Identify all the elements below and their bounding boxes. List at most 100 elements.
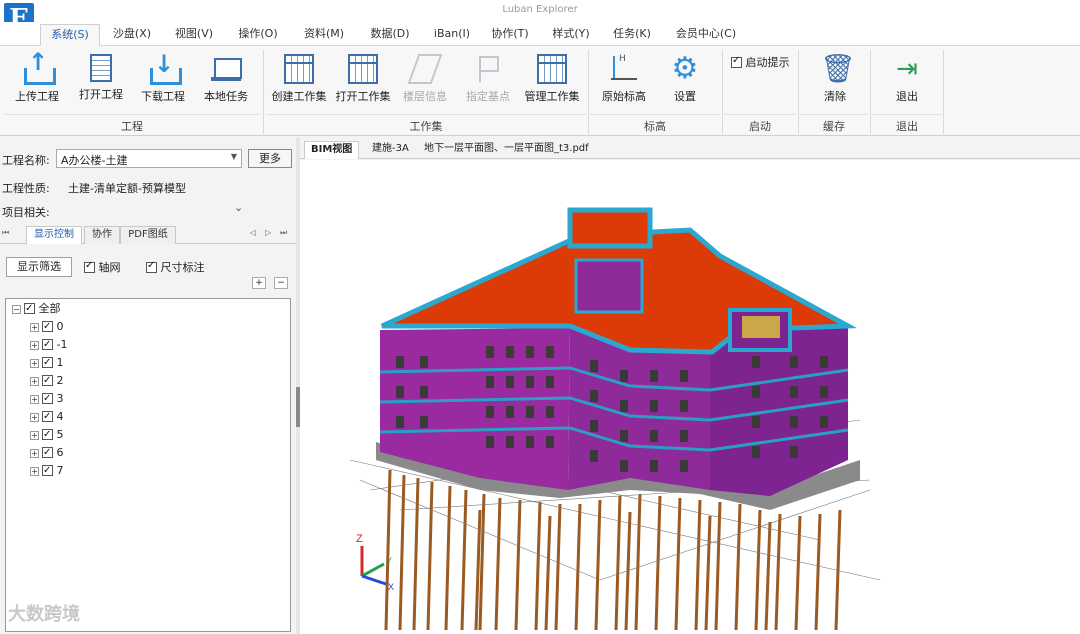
expand-icon[interactable]: + xyxy=(30,359,39,368)
tab-pdf[interactable]: PDF图纸 xyxy=(120,226,176,244)
tab-display-control[interactable]: 显示控制 xyxy=(26,226,82,244)
menu-view[interactable]: 视图(V) xyxy=(166,24,222,46)
next-tab-icon[interactable]: ▷ xyxy=(265,228,271,237)
expand-icon[interactable]: + xyxy=(30,467,39,476)
bim-viewport[interactable]: Z Y X xyxy=(300,160,1080,634)
project-panel: 工程名称: A办公楼-土建 ▼ 更多 工程性质: 土建-清单定额-预算模型 项目… xyxy=(0,137,296,634)
tree-node-7[interactable]: + 7 xyxy=(30,463,64,479)
collapse-icon[interactable]: − xyxy=(12,305,21,314)
menu-style[interactable]: 样式(Y) xyxy=(543,24,599,46)
set-base-point-button[interactable]: 指定基点 xyxy=(459,52,517,108)
prev-tab-icon[interactable]: ◁ xyxy=(250,228,256,237)
checkbox-checked[interactable] xyxy=(42,373,53,389)
clear-cache-button[interactable]: 🗑 清除 xyxy=(806,52,864,108)
tab-drawing-3a[interactable]: 建施-3A xyxy=(366,141,415,159)
tree-node-0[interactable]: + 0 xyxy=(30,319,64,335)
checkbox-checked[interactable] xyxy=(42,445,53,461)
open-workset-button[interactable]: 打开工作集 xyxy=(332,52,394,108)
tree-node-6[interactable]: + 6 xyxy=(30,445,64,461)
window-title: Luban Explorer xyxy=(502,4,578,15)
display-filter-button[interactable]: 显示筛选 xyxy=(6,257,72,277)
tab-collab[interactable]: 协作 xyxy=(84,226,120,244)
tree-node-2[interactable]: + 2 xyxy=(30,373,64,389)
startup-tip-checkbox[interactable]: 启动提示 xyxy=(731,54,790,70)
expand-icon[interactable]: + xyxy=(30,413,39,422)
gear-icon: ⚙ xyxy=(671,51,699,86)
expand-chevron-icon[interactable]: ⌄ xyxy=(234,201,243,214)
laptop-icon xyxy=(211,54,242,84)
checkbox-checked[interactable] xyxy=(731,55,742,68)
menu-iban[interactable]: iBan(I) xyxy=(424,24,480,46)
collapse-all-button[interactable]: − xyxy=(274,277,288,289)
first-tab-icon[interactable]: ⏮ xyxy=(2,228,9,238)
project-nature-label: 工程性质: xyxy=(2,182,50,195)
menu-sandbox[interactable]: 沙盘(X) xyxy=(104,24,160,46)
checkbox-checked[interactable] xyxy=(84,260,95,273)
axis-x-label: X xyxy=(388,582,394,592)
tree-node-1[interactable]: + 1 xyxy=(30,355,64,371)
tab-bim-view[interactable]: BIM视图 xyxy=(304,141,360,159)
tab-floor-plan-pdf[interactable]: 地下一层平面图、一层平面图_t3.pdf xyxy=(418,141,595,159)
watermark-text: 大数跨境 xyxy=(8,604,80,625)
dimension-option[interactable]: 尺寸标注 xyxy=(146,259,205,275)
checkbox-checked[interactable] xyxy=(42,355,53,371)
checkbox-checked[interactable] xyxy=(42,319,53,335)
tree-node-label: -1 xyxy=(56,338,68,351)
group-separator xyxy=(870,50,871,134)
checkbox-checked[interactable] xyxy=(42,391,53,407)
checkbox-checked[interactable] xyxy=(42,463,53,479)
floor-info-button[interactable]: 楼层信息 xyxy=(396,52,454,108)
checkbox-checked[interactable] xyxy=(42,427,53,443)
exit-button[interactable]: ⇥ 退出 xyxy=(878,52,936,108)
expand-icon[interactable]: + xyxy=(30,377,39,386)
menu-collab[interactable]: 协作(T) xyxy=(482,24,538,46)
menu-operate[interactable]: 操作(O) xyxy=(230,24,286,46)
local-task-button[interactable]: 本地任务 xyxy=(197,52,255,108)
button-label: 指定基点 xyxy=(466,90,510,103)
download-project-button[interactable]: 下载工程 xyxy=(134,50,192,108)
button-label: 原始标高 xyxy=(602,90,646,103)
original-elevation-button[interactable]: 原始标高 xyxy=(594,52,654,108)
expand-icon[interactable]: + xyxy=(30,395,39,404)
more-button[interactable]: 更多 xyxy=(248,149,292,168)
checkbox-checked[interactable] xyxy=(24,301,35,317)
expand-icon[interactable]: + xyxy=(30,323,39,332)
group-separator xyxy=(798,50,799,134)
tree-node-5[interactable]: + 5 xyxy=(30,427,64,443)
menu-task[interactable]: 任务(K) xyxy=(604,24,660,46)
expand-icon[interactable]: + xyxy=(30,431,39,440)
project-related-label: 项目相关: xyxy=(2,206,50,219)
tree-node-minus1[interactable]: + -1 xyxy=(30,337,67,353)
group-label-startup: 启动 xyxy=(749,120,771,133)
upload-project-button[interactable]: 上传工程 xyxy=(8,48,66,108)
project-name-select[interactable]: A办公楼-土建 ▼ xyxy=(56,149,242,168)
menu-bar: 系统(S) 沙盘(X) 视图(V) 操作(O) 资料(M) 数据(D) iBan… xyxy=(0,22,1080,46)
settings-button[interactable]: ⚙ 设置 xyxy=(656,52,714,108)
project-nature-value: 土建-清单定额-预算模型 xyxy=(68,182,186,195)
expand-all-button[interactable]: + xyxy=(252,277,266,289)
checkbox-checked[interactable] xyxy=(146,260,157,273)
tree-node-root[interactable]: − 全部 xyxy=(12,301,61,317)
roof-tower xyxy=(567,207,653,249)
menu-system[interactable]: 系统(S) xyxy=(40,24,100,46)
checkbox-checked[interactable] xyxy=(42,409,53,425)
expand-icon[interactable]: + xyxy=(30,341,39,350)
menu-member[interactable]: 会员中心(C) xyxy=(670,24,742,46)
tree-node-3[interactable]: + 3 xyxy=(30,391,64,407)
open-project-button[interactable]: 打开工程 xyxy=(72,52,130,108)
tree-node-label: 2 xyxy=(56,374,64,387)
create-workset-button[interactable]: 创建工作集 xyxy=(266,52,332,108)
tree-node-4[interactable]: + 4 xyxy=(30,409,64,425)
menu-data[interactable]: 数据(D) xyxy=(362,24,418,46)
last-tab-icon[interactable]: ⏭ xyxy=(280,228,287,238)
menu-material[interactable]: 资料(M) xyxy=(296,24,352,46)
group-divider xyxy=(800,114,868,115)
button-label: 上传工程 xyxy=(15,90,59,103)
tree-node-label: 5 xyxy=(56,428,64,441)
grid-option[interactable]: 轴网 xyxy=(84,259,121,275)
expand-icon[interactable]: + xyxy=(30,449,39,458)
axis-z-label: Z xyxy=(356,533,363,545)
checkbox-checked[interactable] xyxy=(42,337,53,353)
create-workset-icon xyxy=(284,54,314,84)
manage-workset-button[interactable]: 管理工作集 xyxy=(521,52,583,108)
